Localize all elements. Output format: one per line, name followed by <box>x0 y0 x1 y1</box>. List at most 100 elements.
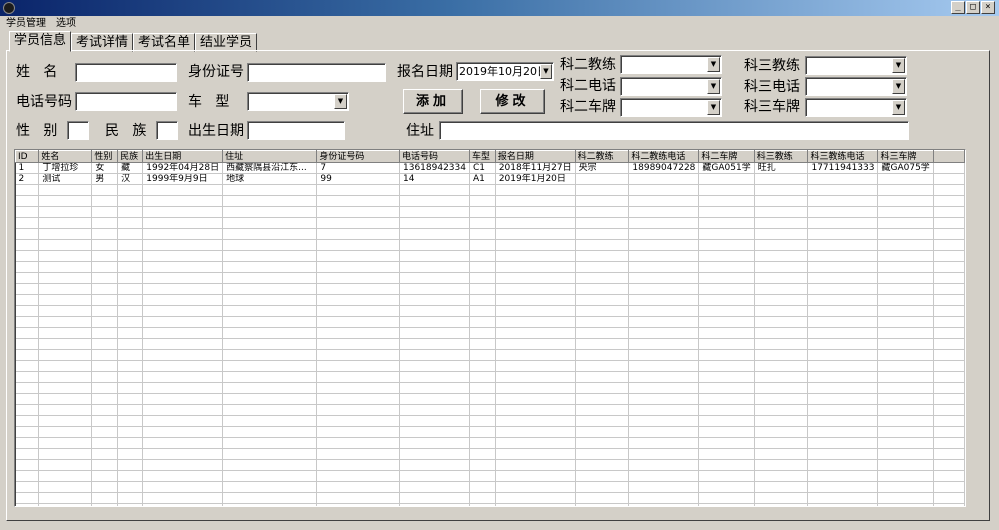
table-cell <box>38 470 93 482</box>
table-cell <box>754 393 809 405</box>
table-cell <box>698 294 755 306</box>
table-cell <box>877 272 934 284</box>
chevron-down-icon[interactable]: ▼ <box>334 94 347 109</box>
k3-phone-select[interactable]: ▼ <box>805 77 907 96</box>
table-cell <box>754 426 809 438</box>
birth-input[interactable] <box>247 121 345 140</box>
modify-button[interactable]: 修改 <box>480 89 545 114</box>
table-cell <box>91 327 119 339</box>
table-cell <box>698 228 755 240</box>
column-header[interactable]: 出生日期 <box>142 150 224 163</box>
maximize-button[interactable]: □ <box>966 1 980 14</box>
column-header[interactable]: 科二教练 <box>574 150 630 163</box>
chevron-down-icon[interactable]: ▼ <box>707 100 720 115</box>
table-cell <box>698 173 755 185</box>
table-cell <box>754 360 809 372</box>
table-cell <box>316 371 400 383</box>
table-cell <box>495 338 576 350</box>
table-cell <box>399 228 470 240</box>
table-cell <box>469 316 496 328</box>
table-cell <box>15 316 40 328</box>
table-cell <box>222 481 318 493</box>
table-cell <box>15 481 40 493</box>
column-header[interactable]: 科二教练电话 <box>628 150 700 163</box>
table-row[interactable]: 1 丁增拉珍女藏 1992年04月28日 西藏察隅县沿江东... 7 1361894233… <box>15 162 965 174</box>
chevron-down-icon[interactable]: ▼ <box>892 100 905 115</box>
column-header[interactable]: 车型 <box>469 150 496 163</box>
table-cell <box>807 272 879 284</box>
k3-plate-select[interactable]: ▼ <box>805 98 907 117</box>
regdate-picker[interactable]: 2019年10月20日 ▼ <box>456 62 554 81</box>
table-cell <box>575 382 630 394</box>
gender-input[interactable] <box>67 121 89 140</box>
table-cell <box>628 283 700 295</box>
ethnic-input[interactable] <box>156 121 178 140</box>
table-cell <box>933 371 965 383</box>
close-button[interactable]: × <box>981 1 995 14</box>
table-cell <box>399 338 470 350</box>
table-cell <box>628 305 700 317</box>
column-header[interactable]: 科三教练电话 <box>807 150 879 163</box>
table-cell <box>807 338 879 350</box>
column-header[interactable]: 住址 <box>222 150 318 163</box>
table-cell <box>628 195 700 207</box>
cartype-select[interactable]: ▼ <box>247 92 349 111</box>
menu-student-management[interactable]: 学员管理 <box>6 16 46 31</box>
address-input[interactable] <box>439 121 909 140</box>
column-header[interactable]: 科三车牌 <box>877 150 934 163</box>
table-cell <box>469 261 496 273</box>
column-header[interactable]: 报名日期 <box>494 150 576 163</box>
table-cell <box>877 470 934 482</box>
add-button[interactable]: 添加 <box>403 89 463 114</box>
table-cell <box>628 327 700 339</box>
column-header[interactable]: ID <box>15 150 40 163</box>
table-cell <box>91 239 119 251</box>
column-header[interactable]: 电话号码 <box>399 150 470 163</box>
table-cell <box>316 250 400 262</box>
table-cell <box>807 239 879 251</box>
table-cell <box>575 393 630 405</box>
table-cell <box>117 360 144 372</box>
column-header[interactable] <box>932 150 965 163</box>
chevron-down-icon[interactable]: ▼ <box>540 64 552 79</box>
idcard-input[interactable] <box>247 63 386 82</box>
k2-coach-select[interactable]: ▼ <box>620 55 722 74</box>
phone-input[interactable] <box>75 92 177 111</box>
minimize-button[interactable]: _ <box>951 1 965 14</box>
table-cell <box>754 305 809 317</box>
table-cell: 藏GA075学 <box>877 162 934 174</box>
k2-phone-select[interactable]: ▼ <box>620 77 722 96</box>
chevron-down-icon[interactable]: ▼ <box>892 79 905 94</box>
chevron-down-icon[interactable]: ▼ <box>707 57 720 72</box>
table-cell <box>495 382 576 394</box>
table-cell <box>91 492 119 504</box>
k2-plate-select[interactable]: ▼ <box>620 98 722 117</box>
table-cell <box>628 228 700 240</box>
table-cell <box>15 261 40 273</box>
student-grid[interactable]: ID 姓名 性别 民族 出生日期 住址 身份证号码 电话号码 车型 报名日期 科二教练 科二教练电话科… <box>14 149 966 507</box>
table-row[interactable]: 2 测试男汉 1999年9月9日 地球 99 14 A1 2019年1月20日 <box>15 173 965 185</box>
table-cell <box>933 316 965 328</box>
table-cell <box>575 283 630 295</box>
empty-row <box>15 437 965 449</box>
column-header[interactable]: 性别 <box>91 150 119 163</box>
chevron-down-icon[interactable]: ▼ <box>892 58 905 73</box>
column-header[interactable]: 民族 <box>117 150 144 163</box>
table-cell <box>575 360 630 372</box>
table-cell <box>628 459 700 471</box>
column-header[interactable]: 科二车牌 <box>698 150 755 163</box>
table-cell <box>933 338 965 350</box>
table-cell <box>15 349 40 361</box>
menu-options[interactable]: 选项 <box>56 16 76 31</box>
k3-phone-label: 科三电话 <box>744 79 800 95</box>
k3-coach-select[interactable]: ▼ <box>805 56 907 75</box>
table-cell <box>399 404 470 416</box>
column-header[interactable]: 姓名 <box>38 150 93 163</box>
tab-student-info[interactable]: 学员信息 <box>9 31 72 52</box>
table-cell <box>933 492 965 504</box>
name-input[interactable] <box>75 63 177 82</box>
column-header[interactable]: 身份证号码 <box>316 150 400 163</box>
table-cell <box>117 272 144 284</box>
column-header[interactable]: 科三教练 <box>753 150 809 163</box>
chevron-down-icon[interactable]: ▼ <box>707 79 720 94</box>
